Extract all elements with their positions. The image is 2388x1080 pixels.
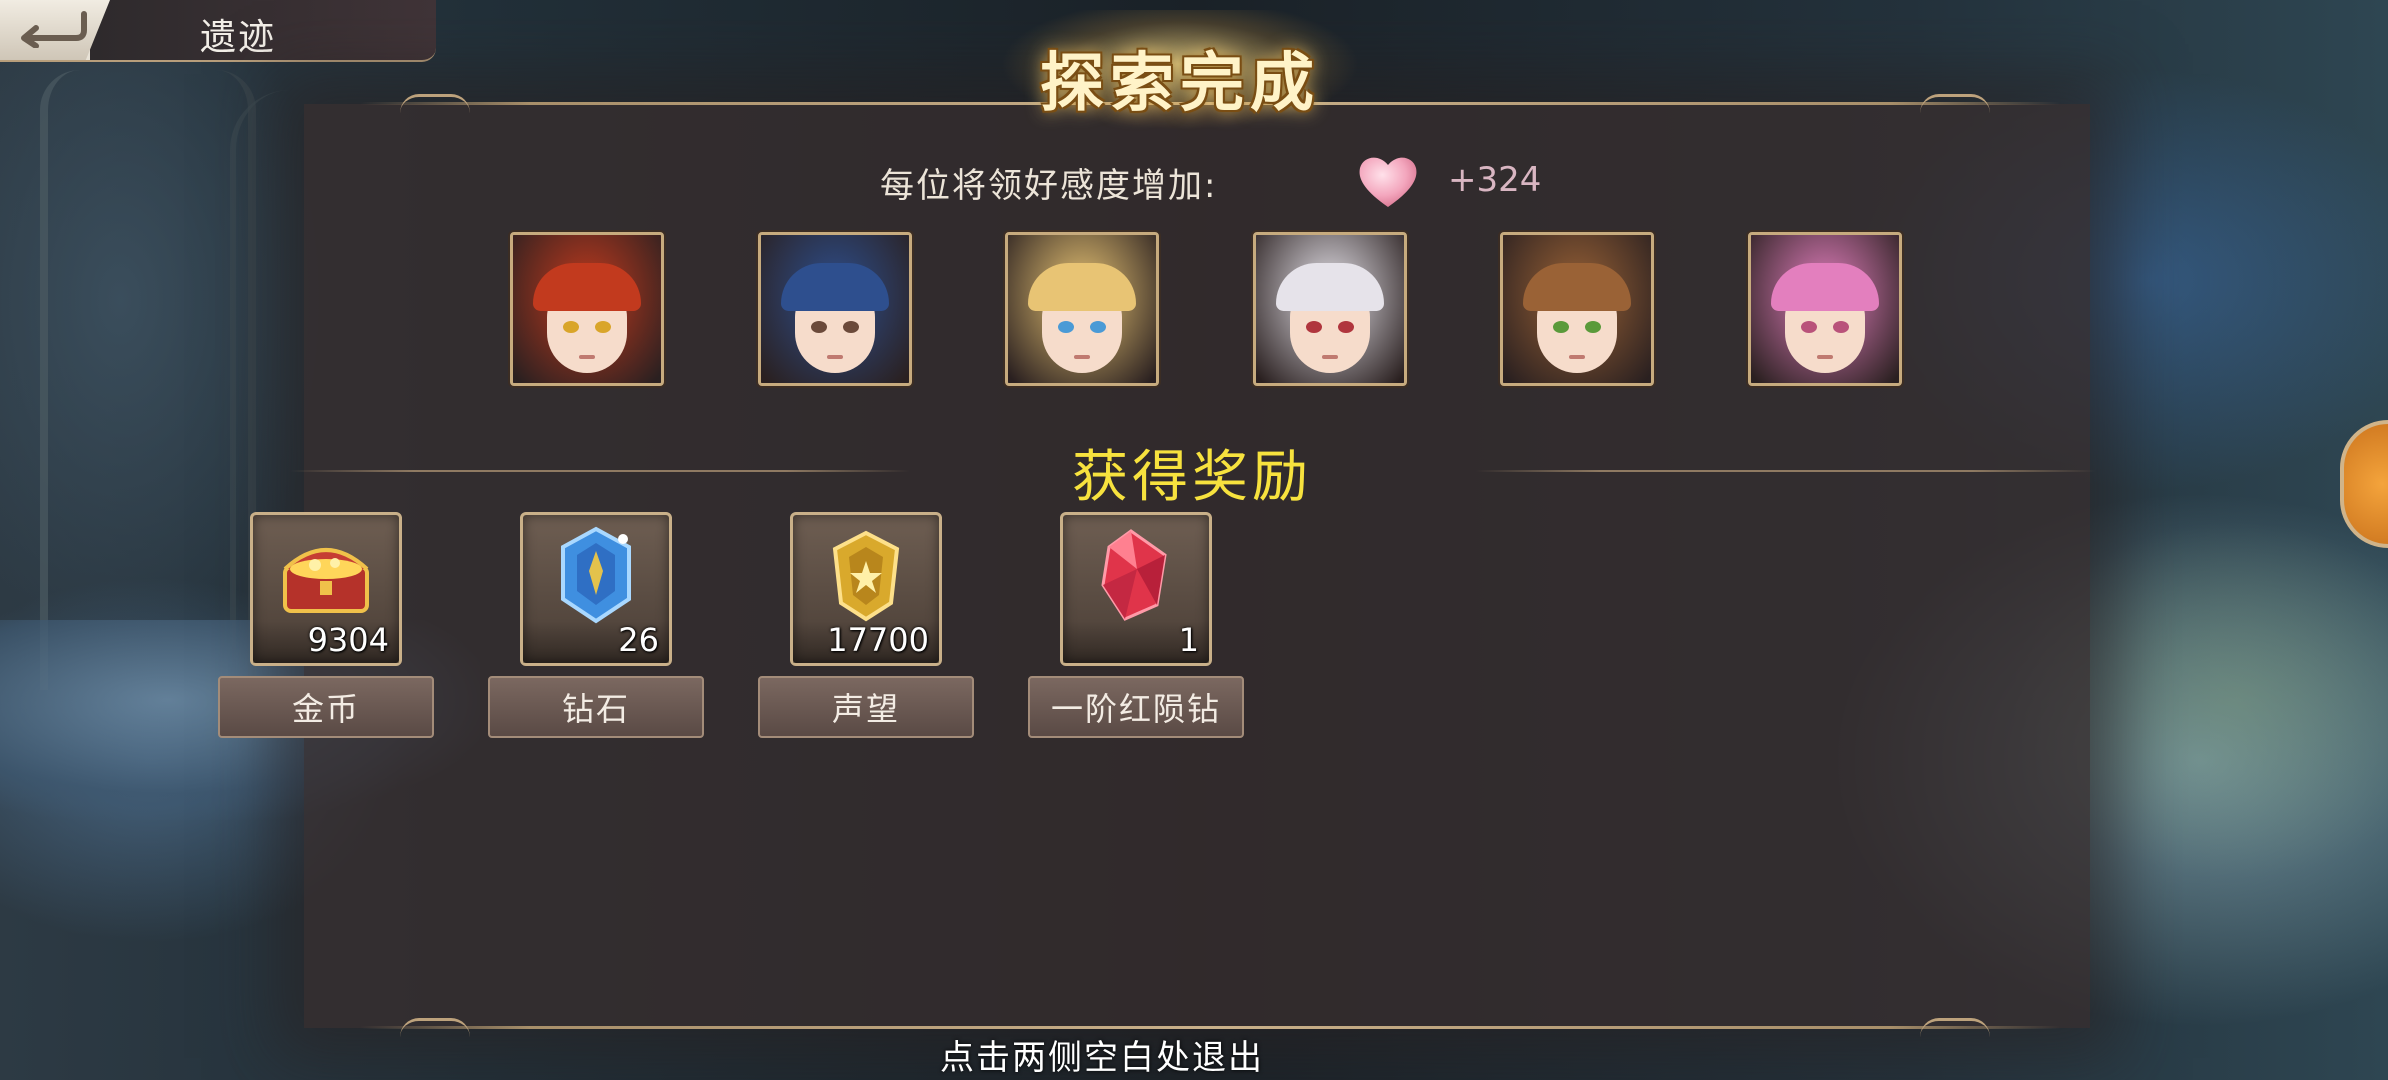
reward-label-red-gem: 一阶红陨钻 [1028, 676, 1244, 738]
panel-title: 探索完成 [1040, 47, 1320, 121]
reward-count: 17700 [827, 621, 929, 659]
heart-icon [1359, 157, 1417, 207]
corner-ornament [1920, 1018, 1990, 1037]
favor-label: 每位将领好感度增加: [880, 166, 1218, 206]
portrait-brown-hair-masked-girl[interactable] [1500, 232, 1654, 386]
reward-label-gold: 金币 [218, 676, 434, 738]
page-title: 遗迹 [200, 17, 277, 58]
divider-right [1476, 470, 2096, 472]
reward-label-diamond: 钻石 [488, 676, 704, 738]
reward-item-red-gem[interactable]: 1 [1060, 512, 1212, 666]
treasure-chest-icon [283, 548, 369, 613]
reward-count: 1 [1178, 621, 1199, 659]
back-button[interactable] [0, 0, 110, 60]
stone-pillar [40, 70, 256, 690]
reward-item-diamond[interactable]: 26 [520, 512, 672, 666]
portrait-blonde-girl[interactable] [1005, 232, 1159, 386]
portrait-white-hair-girl[interactable] [1253, 232, 1407, 386]
red-gem-icon [1101, 529, 1167, 621]
blue-crystal-icon [561, 526, 631, 624]
top-nav-bar: 遗迹 [0, 0, 436, 62]
corner-ornament [1920, 94, 1990, 113]
reward-count: 9304 [307, 621, 389, 659]
title-banner: 探索完成 [1010, 18, 1350, 138]
reward-item-gold[interactable]: 9304 [250, 512, 402, 666]
back-arrow-icon [21, 11, 87, 48]
portrait-pink-hair-girl[interactable] [1748, 232, 1902, 386]
gold-emblem-icon [832, 530, 900, 622]
corner-ornament [400, 94, 470, 113]
exit-hint: 点击两侧空白处退出 [940, 1038, 1264, 1078]
portrait-blue-hair-girl[interactable] [758, 232, 912, 386]
reward-label-prestige: 声望 [758, 676, 974, 738]
panel-bottom-border [360, 1026, 2060, 1029]
reward-item-prestige[interactable]: 17700 [790, 512, 942, 666]
favor-value: +324 [1448, 160, 1542, 200]
reward-count: 26 [618, 621, 659, 659]
portrait-red-hair-boy[interactable] [510, 232, 664, 386]
rewards-title: 获得奖励 [1072, 445, 1312, 510]
corner-ornament [400, 1018, 470, 1037]
divider-left [290, 470, 910, 472]
